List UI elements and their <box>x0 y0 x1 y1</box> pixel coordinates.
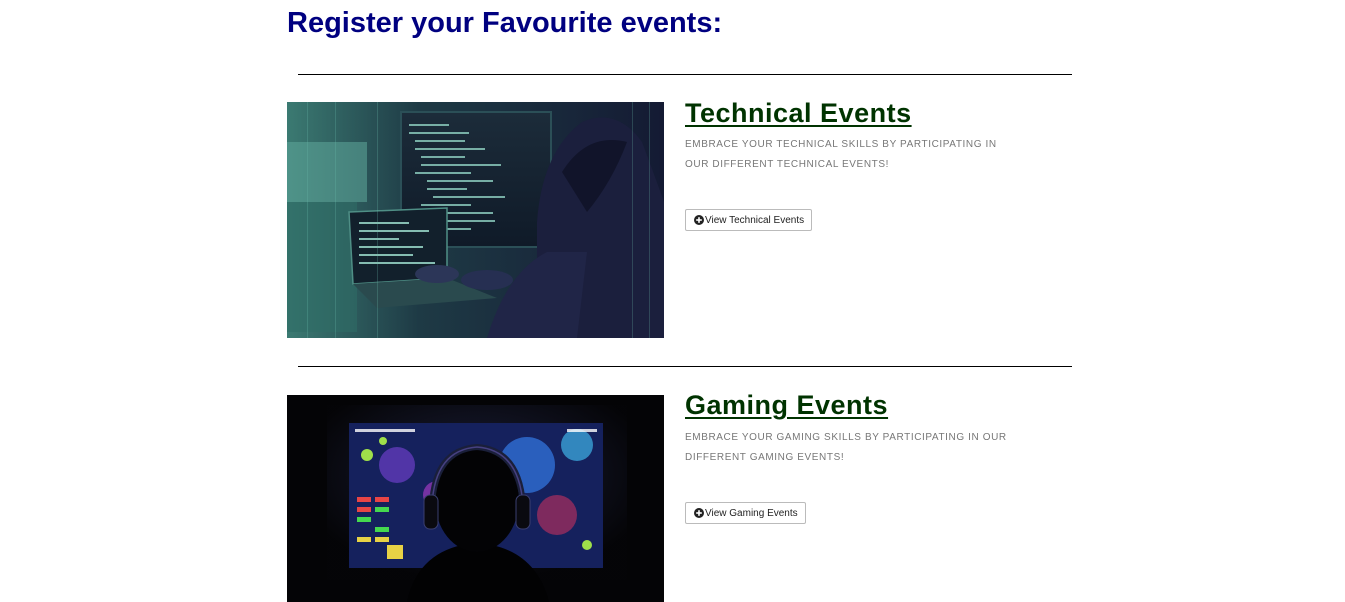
view-gaming-events-button[interactable]: View Gaming Events <box>685 502 806 524</box>
gaming-events-description: Embrace your gaming skills by participat… <box>685 432 1007 463</box>
view-technical-events-button[interactable]: View Technical Events <box>685 209 813 231</box>
technical-events-heading: Technical Events <box>685 98 912 128</box>
page-title: Register your Favourite events: <box>287 7 723 39</box>
gaming-events-image <box>287 395 664 602</box>
plus-circle-icon <box>694 215 704 225</box>
technical-events-image <box>287 102 664 338</box>
technical-events-description: Embrace your technical skills by partici… <box>685 139 997 170</box>
plus-circle-icon <box>694 508 704 518</box>
gaming-events-heading: Gaming Events <box>685 390 889 420</box>
view-technical-events-label: View Technical Events <box>705 214 805 226</box>
divider <box>298 366 1072 367</box>
view-gaming-events-label: View Gaming Events <box>705 507 798 519</box>
divider <box>298 74 1072 75</box>
